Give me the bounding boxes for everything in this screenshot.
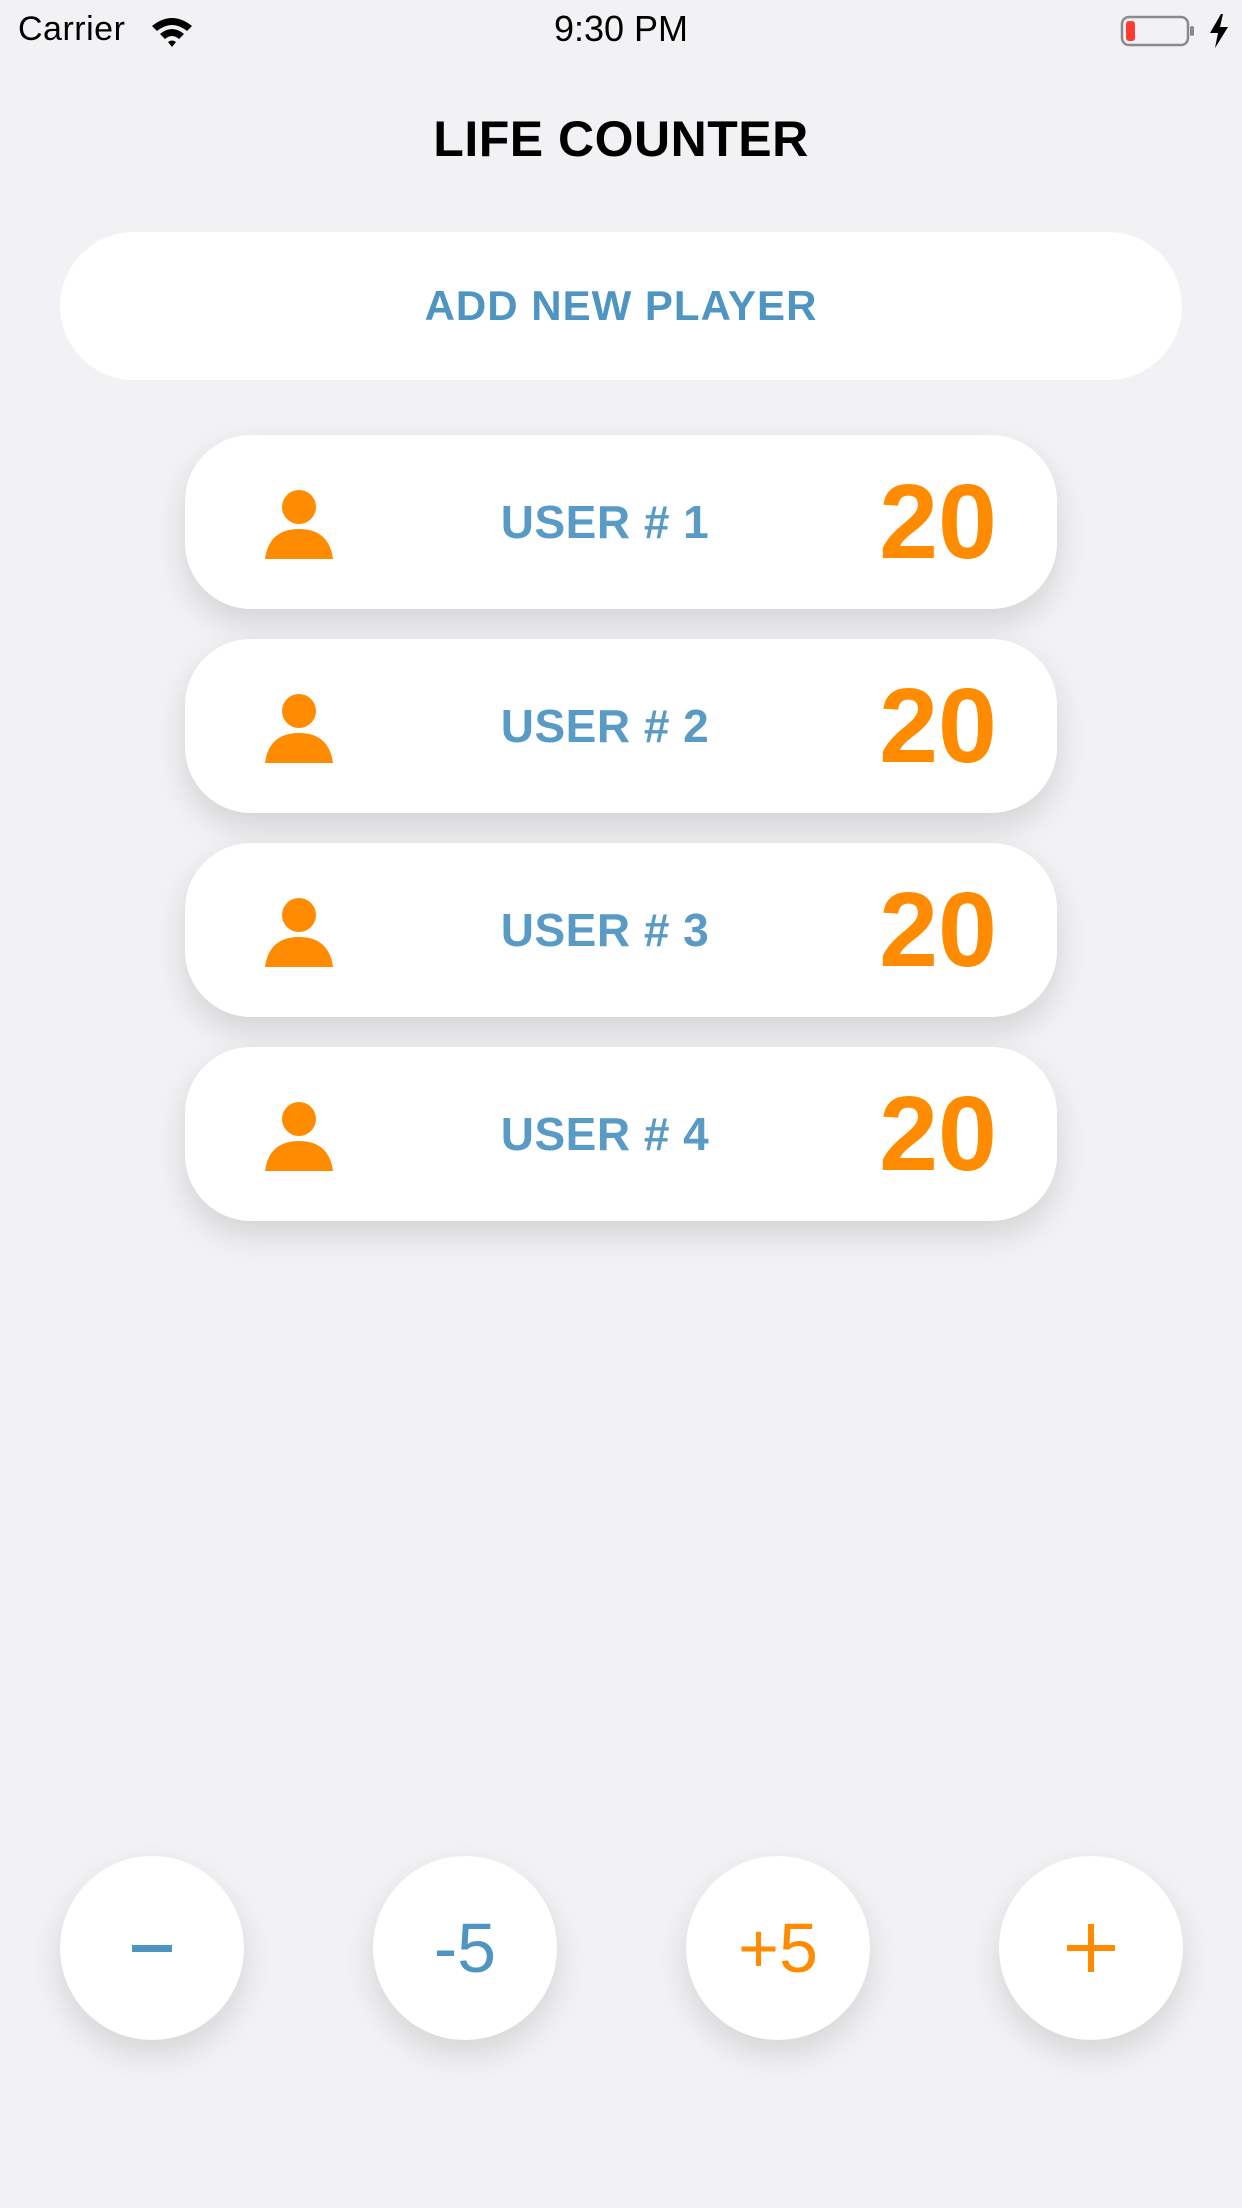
player-name: USER # 3 bbox=[500, 904, 710, 956]
minus-icon bbox=[132, 1945, 172, 1952]
person-icon bbox=[265, 898, 333, 967]
battery-low-icon bbox=[1120, 15, 1194, 47]
minus-five-label: -5 bbox=[433, 1909, 497, 1987]
charging-bolt-icon bbox=[1210, 14, 1228, 48]
plus-five-button[interactable]: +5 bbox=[686, 1856, 870, 2040]
plus-five-label: +5 bbox=[738, 1909, 818, 1987]
decrement-button[interactable] bbox=[60, 1856, 244, 2040]
player-name: USER # 2 bbox=[500, 700, 710, 752]
person-icon bbox=[265, 694, 333, 763]
player-card-1[interactable]: USER # 1 20 bbox=[185, 435, 1057, 609]
increment-button[interactable] bbox=[999, 1856, 1183, 2040]
player-card-4[interactable]: USER # 4 20 bbox=[185, 1047, 1057, 1221]
player-life-total: 20 bbox=[879, 1075, 997, 1193]
player-name: USER # 4 bbox=[500, 1108, 710, 1160]
player-card-2[interactable]: USER # 2 20 bbox=[185, 639, 1057, 813]
minus-five-button[interactable]: -5 bbox=[373, 1856, 557, 2040]
add-new-player-button[interactable]: ADD NEW PLAYER bbox=[60, 232, 1182, 380]
clock: 9:30 PM bbox=[553, 8, 689, 49]
page-title: LIFE COUNTER bbox=[433, 111, 809, 167]
player-life-total: 20 bbox=[879, 871, 997, 989]
plus-icon bbox=[1067, 1924, 1115, 1972]
player-life-total: 20 bbox=[879, 463, 997, 581]
status-bar: Carrier 9:30 PM bbox=[0, 0, 1242, 60]
person-icon bbox=[265, 1102, 333, 1171]
player-card-3[interactable]: USER # 3 20 bbox=[185, 843, 1057, 1017]
player-life-total: 20 bbox=[879, 667, 997, 785]
person-icon bbox=[265, 490, 333, 559]
player-name: USER # 1 bbox=[500, 496, 710, 548]
add-new-player-label: ADD NEW PLAYER bbox=[424, 282, 818, 329]
